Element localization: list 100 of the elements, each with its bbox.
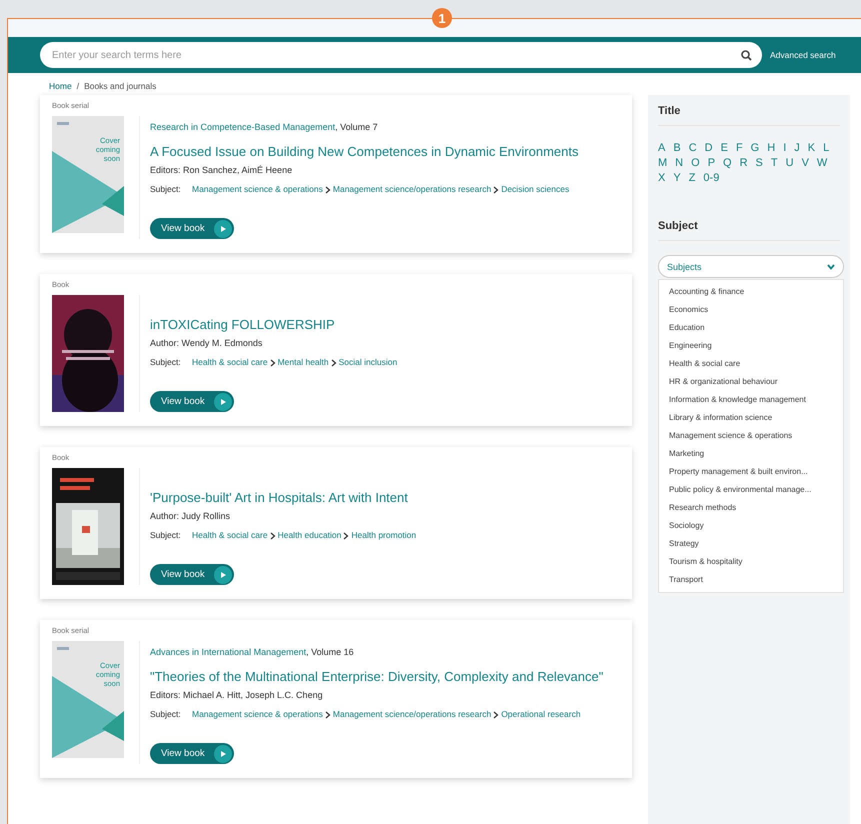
subject-link[interactable]: Decision sciences [501, 184, 570, 194]
letter-link[interactable]: C [688, 142, 697, 154]
letter-link[interactable]: K [808, 142, 816, 154]
letter-link[interactable]: D [704, 142, 713, 154]
dropdown-option[interactable]: Strategy [659, 535, 843, 553]
dropdown-option[interactable]: Marketing [659, 445, 843, 463]
letter-link[interactable]: F [736, 142, 743, 154]
letter-link[interactable]: S [756, 157, 763, 169]
book-title[interactable]: 'Purpose-built' Art in Hospitals: Art with Intent [150, 488, 620, 507]
dropdown-option[interactable]: Library & information science [659, 409, 843, 427]
dropdown-option[interactable]: HR & organizational behaviour [659, 373, 843, 391]
chevron-icon [324, 710, 331, 719]
book-title[interactable]: inTOXICating FOLLOWERSHIP [150, 315, 620, 334]
letter-link[interactable]: I [783, 142, 786, 154]
letter-link[interactable]: O [691, 157, 700, 169]
contributors: Editors: Michael A. Hitt, Joseph L.C. Cheng [150, 690, 324, 700]
callout-badge: 1 [432, 8, 452, 28]
view-book-button[interactable]: View book [150, 564, 234, 585]
subject-link[interactable]: Management science & operations [192, 709, 323, 719]
book-title[interactable]: A Focused Issue on Building New Competences in Dynamic Environments [150, 142, 620, 161]
contributors: Author: Wendy M. Edmonds [150, 338, 264, 348]
breadcrumb-current: Books and journals [84, 81, 156, 93]
letter-link[interactable]: Q [723, 157, 732, 169]
subject-label: Subject: [150, 529, 182, 542]
view-book-button[interactable]: View book [150, 743, 234, 764]
subject-link[interactable]: Health promotion [351, 530, 416, 540]
series-line: Advances in International Management, Volume 16 [150, 647, 355, 657]
subject-link[interactable]: Operational research [501, 709, 581, 719]
dropdown-option[interactable]: Research methods [659, 499, 843, 517]
letter-link[interactable]: P [708, 157, 716, 169]
dropdown-option[interactable]: Management science & operations [659, 427, 843, 445]
play-icon [220, 750, 226, 756]
letter-link[interactable]: N [675, 157, 684, 169]
letter-link[interactable]: L [823, 142, 830, 154]
chevron-icon [270, 532, 276, 540]
subject-link[interactable]: Management science/operations research [332, 184, 492, 194]
dropdown-option[interactable]: Health & social care [659, 355, 843, 373]
series-line: Research in Competence-Based Management, Volume 7 [150, 122, 379, 132]
letter-link[interactable]: Y [673, 172, 681, 184]
breadcrumb-separator: / [76, 81, 80, 93]
play-icon [220, 398, 226, 404]
letter-link[interactable]: U [786, 157, 794, 169]
letter-link[interactable]: R [740, 157, 748, 169]
view-book-button[interactable]: View book [150, 391, 234, 412]
dropdown-option[interactable]: Tourism & hospitality [659, 553, 843, 571]
letter-link[interactable]: G [750, 142, 760, 154]
dropdown-option[interactable]: Information & knowledge management [659, 391, 843, 409]
letter-link[interactable]: X [658, 172, 666, 184]
chevron-icon [324, 186, 331, 194]
dropdown-option[interactable]: Economics [659, 301, 843, 319]
dropdown-option[interactable]: Public policy & environmental manage... [659, 481, 843, 499]
contributors: Editors: Ron Sanchez, AimÉ Heene [150, 165, 294, 175]
letter-link[interactable]: T [770, 157, 778, 169]
dropdown-option[interactable]: Education [659, 319, 843, 337]
dropdown-option[interactable]: Accounting & finance [659, 283, 843, 301]
dropdown-option[interactable]: Sociology [659, 517, 843, 535]
letter-link[interactable]: B [673, 142, 681, 154]
letter-link[interactable]: W [816, 157, 828, 169]
subject-link[interactable]: Health & social care [192, 530, 268, 540]
letter-link[interactable]: E [720, 142, 728, 154]
play-icon [220, 226, 226, 232]
filter-heading: Title [658, 105, 840, 126]
play-icon [220, 572, 226, 578]
subject-link[interactable]: Management science/operations research [332, 709, 492, 719]
subject-link[interactable]: Health education [278, 530, 342, 540]
search-field[interactable]: Enter your search terms here [40, 42, 762, 68]
chevron-icon [493, 186, 500, 194]
subject-link[interactable]: Mental health [278, 357, 329, 367]
letter-link[interactable]: J [794, 142, 800, 154]
subject-label: Subject: [150, 356, 182, 369]
book-title[interactable]: "Theories of the Multinational Enterprise: Diversity, Complexity and Relevance" [150, 667, 620, 686]
chevron-icon [343, 532, 350, 540]
chevron-icon [270, 358, 276, 367]
search-input[interactable]: Enter your search terms here [50, 48, 741, 62]
dropdown-option[interactable]: Property management & built environ... [659, 463, 843, 481]
chevron-down-icon [827, 264, 835, 270]
letter-link[interactable]: M [658, 157, 668, 169]
search-icon[interactable] [741, 50, 752, 60]
contributors: Author: Judy Rollins [150, 511, 232, 521]
dropdown-option[interactable]: Transport [659, 571, 843, 589]
subject-link[interactable]: Health & social care [192, 357, 268, 367]
subject-link[interactable]: Management science & operations [192, 184, 323, 194]
subject-label: Subject: [150, 708, 182, 721]
letter-link[interactable]: 0-9 [703, 172, 720, 184]
series-link[interactable]: Advances in International Management [150, 647, 306, 657]
subject-dropdown[interactable]: Subjects [658, 255, 844, 278]
chevron-icon [330, 358, 337, 367]
view-book-button[interactable]: View book [150, 218, 234, 239]
chevron-icon [493, 710, 500, 719]
filter-heading: Subject [658, 220, 840, 241]
subject-link[interactable]: Social inclusion [338, 357, 398, 367]
letter-link[interactable]: H [767, 142, 776, 154]
series-link[interactable]: Research in Competence-Based Management [150, 122, 336, 132]
letter-link[interactable]: Z [688, 172, 696, 184]
letter-link[interactable]: V [802, 157, 809, 169]
dropdown-option[interactable]: Engineering [659, 337, 843, 355]
subject-label: Subject: [150, 183, 182, 196]
breadcrumb-link[interactable]: Home [49, 81, 72, 95]
advanced-search-link[interactable]: Advanced search [770, 50, 836, 60]
letter-link[interactable]: A [658, 142, 666, 154]
